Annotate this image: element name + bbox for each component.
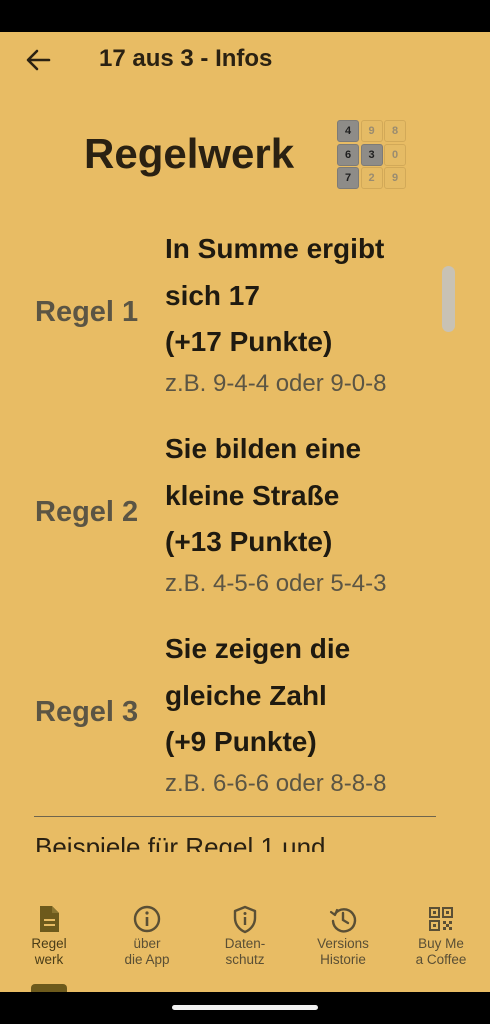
grid-cell: 9 — [384, 167, 406, 189]
number-grid-logo: 498630729 — [337, 120, 406, 189]
nav-label: Historie — [320, 952, 366, 967]
nav-label: werk — [34, 952, 64, 967]
home-indicator[interactable] — [172, 1005, 318, 1010]
grid-cell: 3 — [360, 143, 383, 166]
rules-list[interactable]: Regel 1 In Summe ergibt sich 17 (+17 Pun… — [0, 226, 490, 852]
rule-line: kleine Straße — [165, 479, 340, 511]
back-button[interactable] — [20, 44, 56, 76]
rule-line: sich 17 — [165, 279, 260, 311]
nav-item-version-history[interactable]: Versions Historie — [294, 898, 392, 978]
nav-label: Buy Me — [418, 936, 464, 951]
scrollbar-thumb[interactable] — [442, 266, 455, 332]
status-bar — [0, 0, 490, 32]
arrow-left-icon — [26, 49, 51, 71]
rule-item: Regel 2 Sie bilden eine kleine Straße (+… — [0, 426, 490, 626]
page-header: Regelwerk 498630729 — [0, 110, 490, 200]
bottom-navigation: Regel werk über die App Daten- schutz Ve… — [0, 898, 490, 978]
nav-item-regelwerk[interactable]: Regel werk — [0, 898, 98, 978]
rule-description: In Summe ergibt sich 17 (+17 Punkte) — [165, 226, 455, 366]
grid-cell: 2 — [360, 167, 383, 189]
rule-item: Regel 3 Sie zeigen die gleiche Zahl (+9 … — [0, 626, 490, 826]
nav-label: schutz — [225, 952, 265, 967]
rule-label: Regel 2 — [35, 496, 139, 528]
nav-label: Versions — [317, 936, 369, 951]
rule-description: Sie zeigen die gleiche Zahl (+9 Punkte) — [165, 626, 455, 766]
section-divider — [34, 816, 436, 817]
nav-item-buy-me-a-coffee[interactable]: Buy Me a Coffee — [392, 898, 490, 978]
shield-icon — [233, 905, 257, 934]
rule-line: In Summe ergibt — [165, 233, 385, 264]
grid-cell: 7 — [337, 167, 359, 189]
rule-line: Sie zeigen die — [165, 633, 351, 664]
section-heading: Beispiele für Regel 1 und — [35, 832, 326, 852]
document-icon — [40, 906, 59, 932]
nav-label: a Coffee — [415, 952, 467, 967]
rule-line: Sie bilden eine — [165, 433, 362, 464]
nav-label: die App — [124, 952, 170, 967]
grid-cell: 4 — [337, 120, 359, 142]
nav-label: Regel — [31, 936, 67, 951]
grid-cell: 6 — [337, 143, 359, 166]
rule-description: Sie bilden eine kleine Straße (+13 Punkt… — [165, 426, 455, 566]
nav-item-about[interactable]: über die App — [98, 898, 196, 978]
app-title: 17 aus 3 - Infos — [99, 45, 273, 72]
grid-cell: 8 — [384, 120, 406, 142]
rule-line: (+17 Punkte) — [165, 326, 333, 357]
nav-item-privacy[interactable]: Daten- schutz — [196, 898, 294, 978]
app-bar: 17 aus 3 - Infos — [0, 32, 490, 88]
rule-line: (+9 Punkte) — [165, 726, 317, 757]
info-icon — [133, 905, 161, 933]
grid-cell: 0 — [384, 143, 406, 166]
rule-example: z.B. 9-4-4 oder 9-0-8 — [165, 370, 387, 397]
rule-label: Regel 3 — [35, 696, 139, 728]
rule-line: gleiche Zahl — [165, 679, 327, 711]
nav-label: Daten- — [224, 936, 266, 951]
rule-example: z.B. 4-5-6 oder 5-4-3 — [165, 570, 387, 597]
rule-label: Regel 1 — [35, 296, 139, 328]
nav-label: über — [133, 936, 161, 951]
history-icon — [329, 908, 357, 933]
rule-line: (+13 Punkte) — [165, 526, 333, 557]
grid-cell: 9 — [360, 120, 383, 142]
active-tab-indicator — [31, 984, 67, 992]
page-title: Regelwerk — [84, 130, 295, 177]
qr-code-icon — [429, 907, 453, 931]
rule-example: z.B. 6-6-6 oder 8-8-8 — [165, 770, 387, 797]
rule-item: Regel 1 In Summe ergibt sich 17 (+17 Pun… — [0, 226, 490, 426]
